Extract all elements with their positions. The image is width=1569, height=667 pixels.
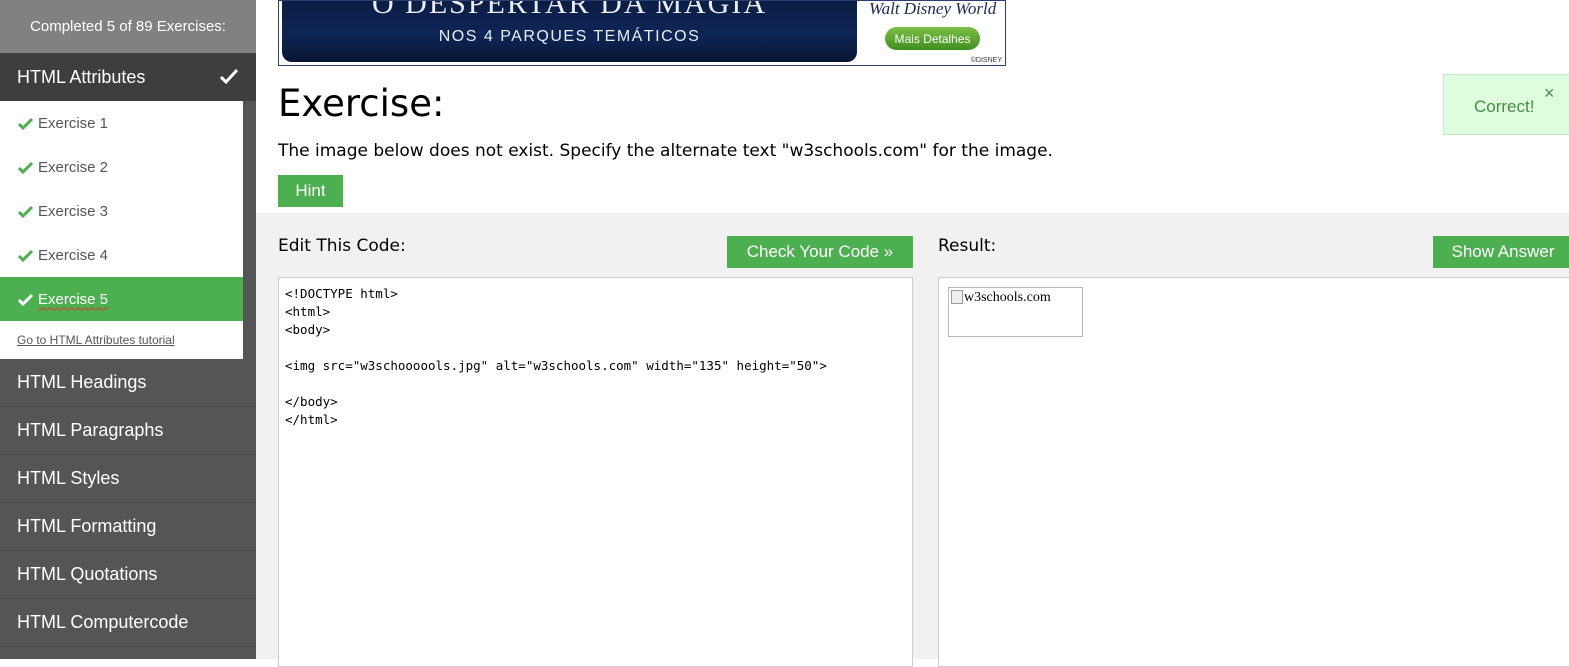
sidebar-category-item[interactable]: HTML Computercode [0,599,256,647]
exercise-item[interactable]: Exercise 1 [0,101,243,145]
sidebar-section-html-attributes[interactable]: HTML Attributes [0,53,256,101]
ad-copyright: ©DISNEY [970,57,1002,64]
code-line: </html> [285,412,338,427]
code-line: </body> [285,394,338,409]
code-line: <!DOCTYPE html> [285,286,398,301]
sidebar-category-item[interactable]: HTML Styles [0,455,256,503]
exercise-label: Exercise 4 [38,246,109,264]
checkmark-icon [18,249,33,262]
exercise-label: Exercise 1 [38,114,109,132]
ad-image: O DESPERTAR DA MAGIA NOS 4 PARQUES TEMÁT… [282,1,857,62]
tutorial-link[interactable]: Go to HTML Attributes tutorial [0,321,243,359]
exercise-item[interactable]: Exercise 5 [0,277,243,321]
checkmark-icon [18,161,33,174]
exercise-item[interactable]: Exercise 4 [0,233,243,277]
checkmark-icon [18,117,33,130]
sidebar-category-item[interactable]: HTML Paragraphs [0,407,256,455]
exercise-label: Exercise 3 [38,202,109,220]
exercise-label: Exercise 2 [38,158,109,176]
close-icon[interactable]: × [1544,83,1555,104]
checkmark-icon [18,293,33,306]
broken-image-icon [951,290,963,304]
ad-banner[interactable]: O DESPERTAR DA MAGIA NOS 4 PARQUES TEMÁT… [278,0,1006,66]
broken-image: w3schools.com [948,287,1083,337]
exercise-title: Exercise: [278,82,445,125]
ad-details-button[interactable]: Mais Detalhes [885,27,980,50]
exercise-list: Exercise 1 Exercise 2 Exercise 3 Exercise 4… [0,101,243,359]
checkmark-icon [18,205,33,218]
progress-text: Completed 5 of 89 Exercises: [0,0,256,53]
result-frame: w3schools.com [938,277,1569,667]
ad-subtitle: NOS 4 PARQUES TEMÁTICOS [438,28,701,45]
editor-label: Edit This Code: [278,236,406,256]
category-list: HTML Headings HTML Paragraphs HTML Styles H… [0,359,256,647]
exercise-description: The image below does not exist. Specify … [278,141,1053,161]
checkmark-icon [219,68,239,89]
section-label: HTML Attributes [17,66,146,87]
sidebar-category-item[interactable]: HTML Quotations [0,551,256,599]
sidebar-category-item[interactable]: HTML Formatting [0,503,256,551]
code-line: <body> [285,322,331,337]
correct-notification: Correct! × [1443,74,1569,135]
sidebar: Completed 5 of 89 Exercises: HTML Attrib… [0,0,256,659]
ad-brand-logo: Walt Disney World [869,0,997,18]
code-line: <img src="w3schoooools.jpg" alt="w3schoo… [285,358,827,373]
sidebar-category-item[interactable]: HTML Headings [0,359,256,407]
check-code-button[interactable]: Check Your Code » [727,236,913,268]
image-alt-text: w3schools.com [964,290,1051,305]
result-label: Result: [938,236,997,256]
notification-text: Correct! [1474,97,1535,116]
code-editor[interactable]: <!DOCTYPE html> <html> <body> <img src="w3s… [278,277,913,667]
code-line: <html> [285,304,331,319]
exercise-label: Exercise 5 [38,290,109,308]
exercise-item[interactable]: Exercise 3 [0,189,243,233]
ad-title: O DESPERTAR DA MAGIA [372,0,767,20]
hint-button[interactable]: Hint [278,175,343,207]
show-answer-button[interactable]: Show Answer [1433,236,1569,268]
exercise-item[interactable]: Exercise 2 [0,145,243,189]
